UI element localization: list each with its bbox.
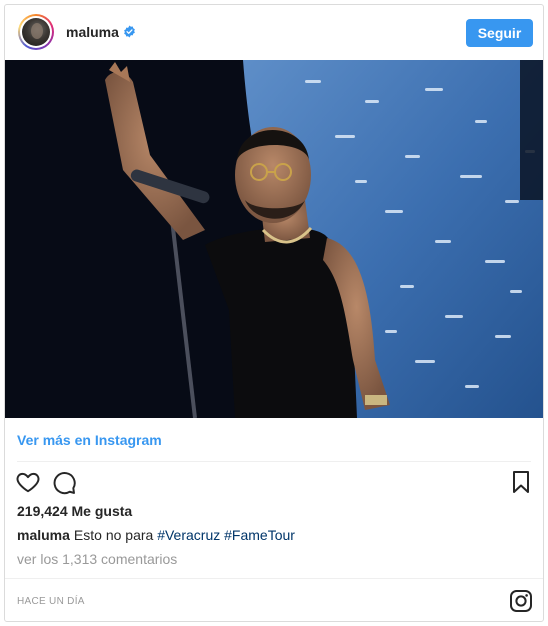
instagram-icon[interactable] [509,589,533,613]
follow-button[interactable]: Seguir [466,19,533,47]
post-header: maluma Seguir [5,5,543,60]
caption-username[interactable]: maluma [17,527,70,543]
bookmark-icon[interactable] [510,470,532,494]
likes-label: Me gusta [71,503,133,519]
view-more-link[interactable]: Ver más en Instagram [17,432,162,448]
post-timestamp[interactable]: HACE UN DÍA [17,596,85,607]
username[interactable]: maluma [66,24,119,40]
caption-text: Esto no para [73,527,154,543]
likes-number: 219,424 [17,503,68,519]
divider [17,461,531,462]
hashtag-link[interactable]: #FameTour [224,527,295,543]
comment-icon[interactable] [51,469,77,495]
avatar-border [20,16,52,48]
likes-count[interactable]: 219,424 Me gusta [17,503,132,519]
post-image[interactable] [5,60,543,418]
hashtag-link[interactable]: #Veracruz [157,527,220,543]
view-comments-link[interactable]: ver los 1,313 comentarios [17,551,177,567]
avatar[interactable] [18,14,54,50]
avatar-image [22,18,50,46]
verified-badge-icon [124,25,135,38]
instagram-embed-card: maluma Seguir Ver más en Instagram 219,4… [4,4,544,622]
divider [5,578,543,579]
concert-photo [5,60,543,418]
heart-icon[interactable] [15,469,41,495]
post-caption: maluma Esto no para #Veracruz #FameTour [17,527,295,543]
